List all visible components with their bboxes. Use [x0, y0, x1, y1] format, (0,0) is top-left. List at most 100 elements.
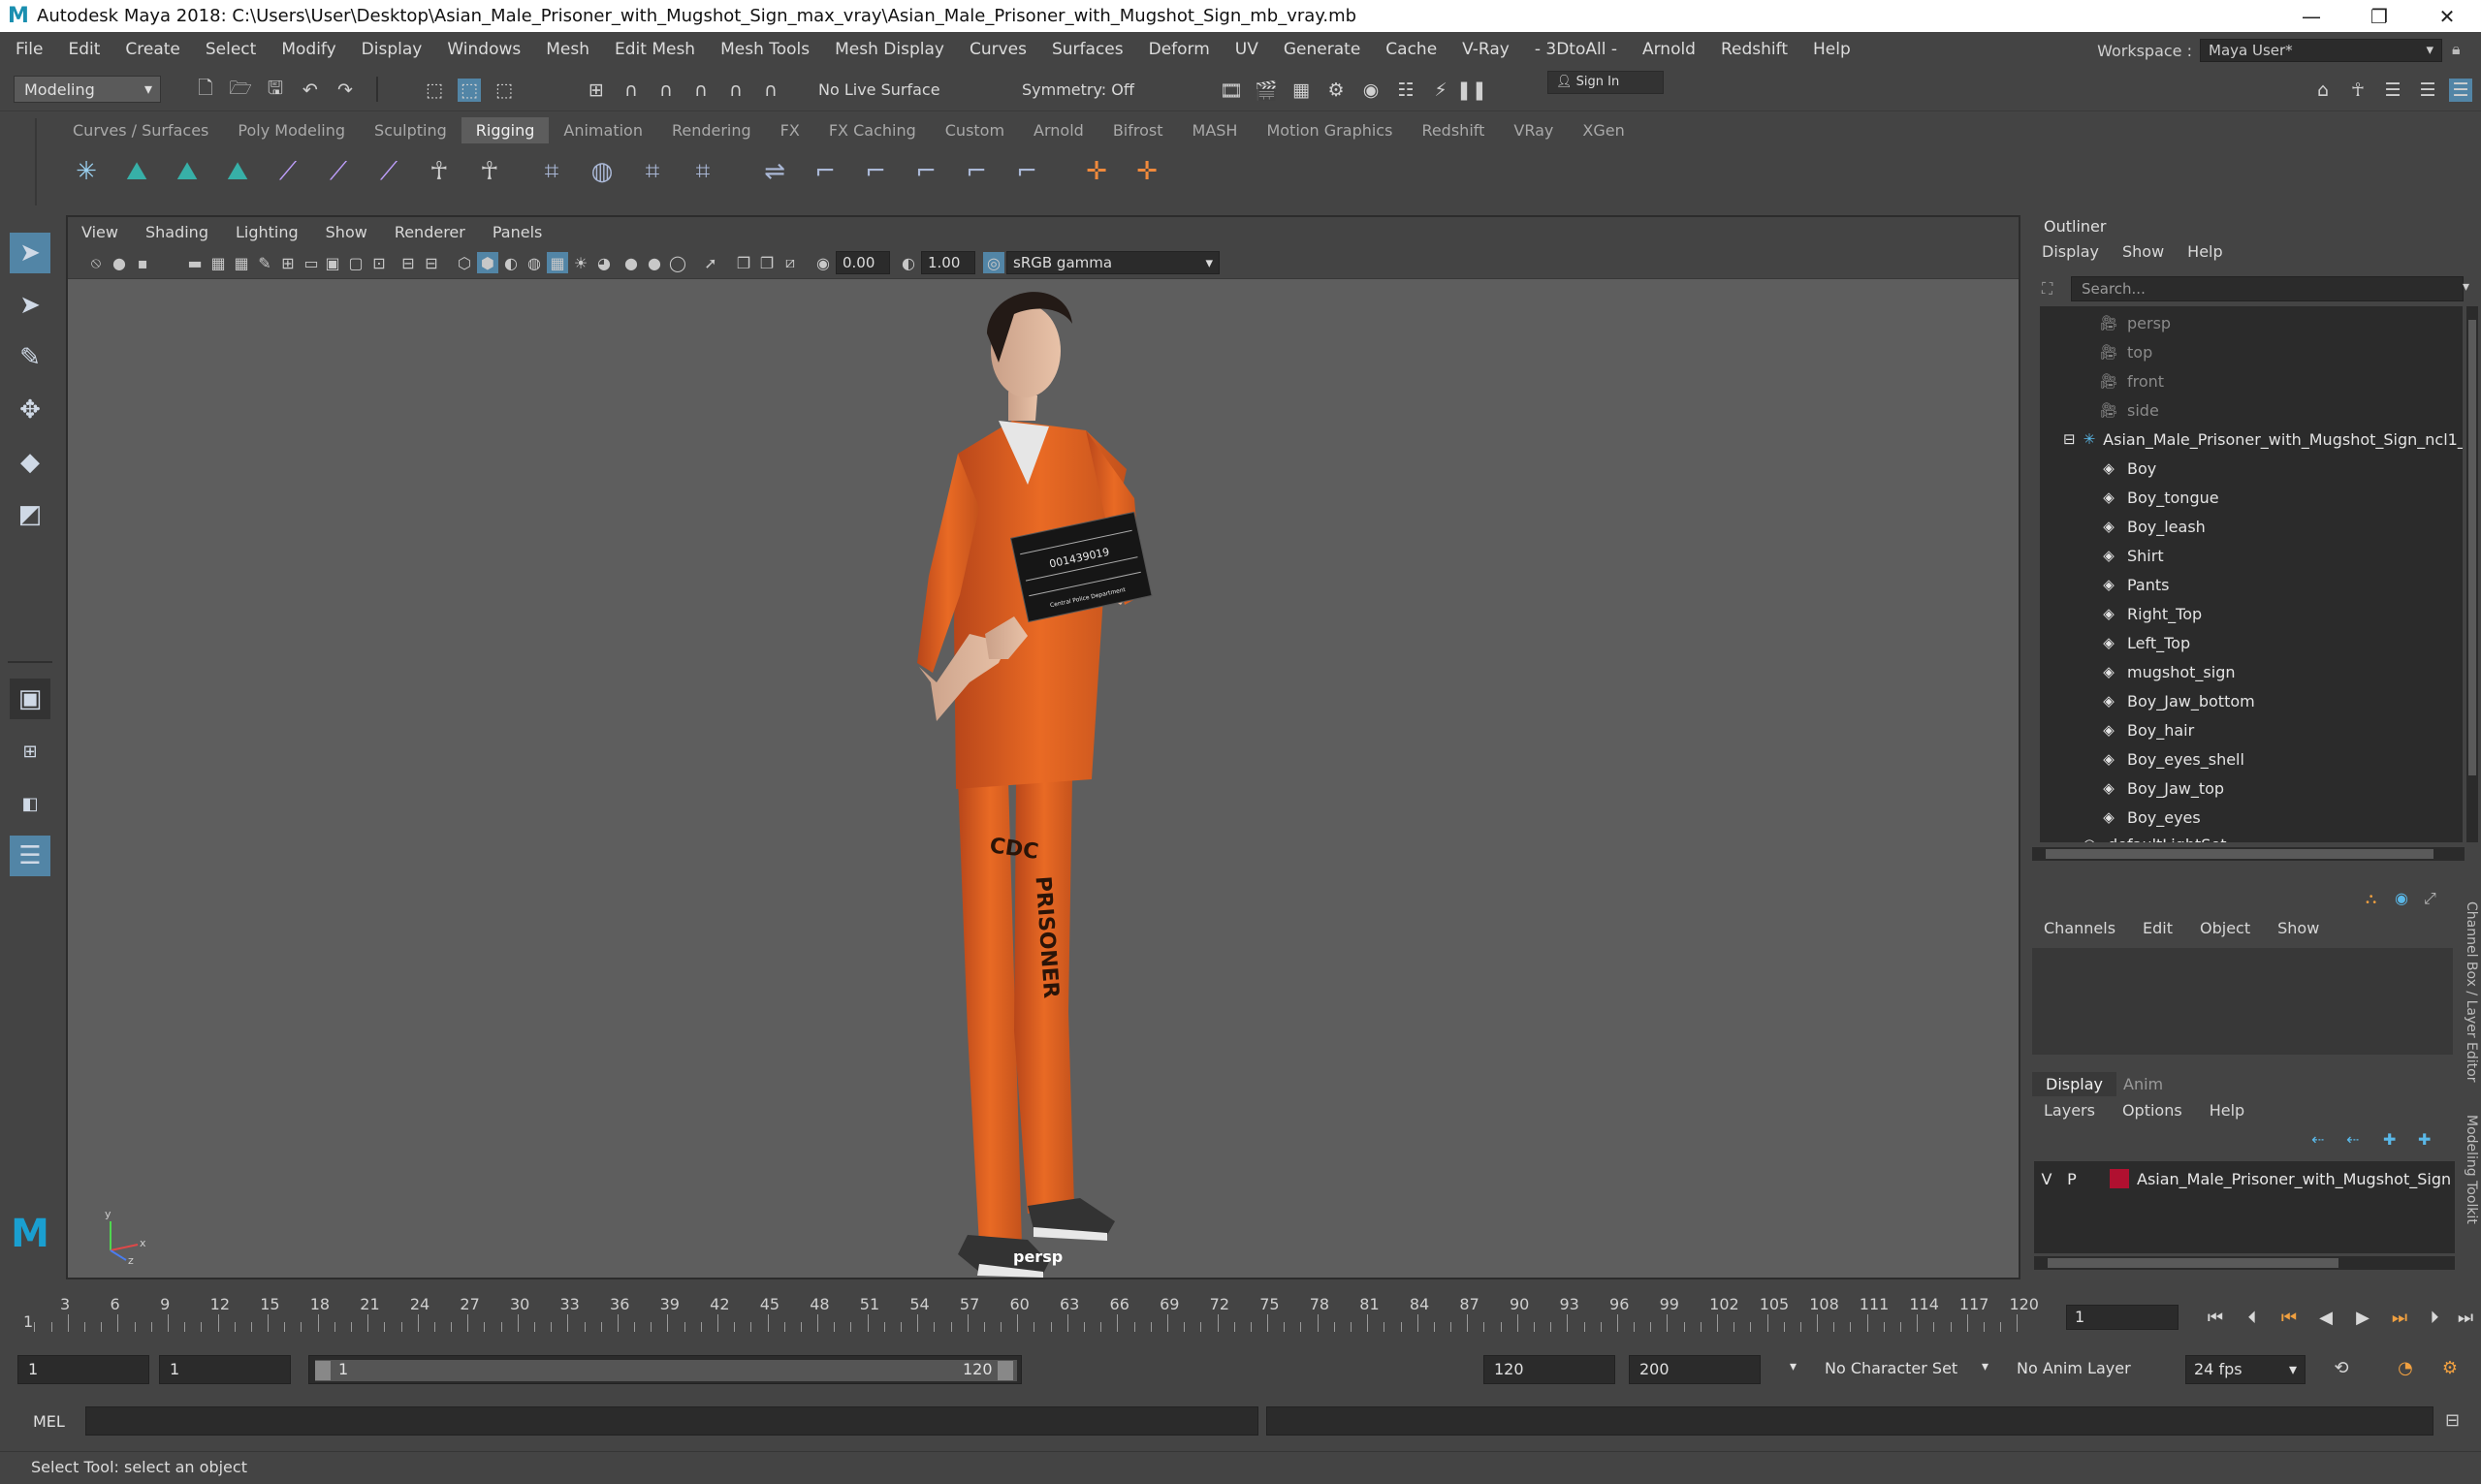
attribute-icon[interactable]: ◉ — [2395, 889, 2408, 907]
side-tab-channel-box[interactable]: Channel Box / Layer Editor — [2456, 901, 2479, 1082]
shelf-tab-mash[interactable]: MASH — [1178, 117, 1253, 143]
pause-icon[interactable]: ❚❚ — [1456, 79, 1487, 102]
menu-redshift[interactable]: Redshift — [1708, 40, 1800, 59]
humanik-icon[interactable]: ⛰ — [219, 153, 256, 190]
outliner-item-shirt[interactable]: ◈ Shirt — [2040, 541, 2463, 570]
render-frame-icon[interactable]: 🎬 — [1255, 79, 1278, 102]
viewport-menu-lighting[interactable]: Lighting — [222, 223, 312, 241]
color-management-icon[interactable]: ◎ — [983, 252, 1004, 273]
outliner-item-boy-tongue[interactable]: ◈ Boy_tongue — [2040, 483, 2463, 512]
step-forward-key-icon[interactable]: ⏭ — [2383, 1303, 2416, 1332]
undo-icon[interactable]: ↶ — [299, 79, 322, 102]
human-ik-icon[interactable]: ☥ — [2346, 79, 2370, 102]
smooth-shade-icon[interactable]: ⬢ — [477, 252, 498, 273]
outliner-item-boy-eyes-shell[interactable]: ◈ Boy_eyes_shell — [2040, 744, 2463, 774]
character-set-dropdown-icon[interactable]: ▾ — [1790, 1359, 1797, 1374]
new-layer-selected-icon[interactable]: ✚ — [2418, 1130, 2431, 1149]
shelf-tab-fx-caching[interactable]: FX Caching — [814, 117, 931, 143]
ik-handle-icon[interactable]: ⛰ — [118, 153, 155, 190]
single-perspective-layout-icon[interactable]: ▣ — [10, 679, 50, 719]
xray-icon[interactable]: ❐ — [733, 252, 754, 273]
channel-box-toggle-icon[interactable]: ☰ — [2449, 79, 2472, 102]
channel-box-icon[interactable]: ⛬ — [2366, 889, 2376, 908]
attribute-editor-icon[interactable]: ☰ — [2381, 79, 2404, 102]
layer-menu-layers[interactable]: Layers — [2030, 1101, 2109, 1120]
cluster-handle-icon[interactable]: ✛ — [1129, 153, 1165, 190]
outliner-menu-help[interactable]: Help — [2176, 242, 2234, 261]
resolution-gate-icon[interactable]: ▣ — [322, 252, 343, 273]
shelf-tab-poly-modeling[interactable]: Poly Modeling — [223, 117, 360, 143]
step-back-key-icon[interactable]: ⏮ — [2273, 1303, 2306, 1332]
restore-icon[interactable]: ❐ — [2345, 0, 2413, 32]
shadows-icon[interactable]: ☀ — [570, 252, 591, 273]
outliner-item-boy[interactable]: ◈ Boy — [2040, 454, 2463, 483]
snap-grid-icon[interactable]: ⊞ — [585, 79, 608, 102]
select-component-icon[interactable]: ⬚ — [493, 79, 516, 102]
channel-box-area[interactable] — [2032, 948, 2453, 1055]
playback-end-field[interactable]: 120 — [1483, 1355, 1615, 1384]
menu-mesh-tools[interactable]: Mesh Tools — [708, 40, 822, 59]
mirror-joint-icon[interactable]: ⟋ — [270, 153, 306, 190]
step-forward-icon[interactable]: ⏵ — [2418, 1303, 2451, 1332]
gamma-icon[interactable]: ◐ — [898, 252, 919, 273]
layer-tab-anim[interactable]: Anim — [2110, 1072, 2177, 1096]
range-slider[interactable]: 1 120 — [308, 1355, 1022, 1384]
menu-help[interactable]: Help — [1800, 40, 1863, 59]
exposure-icon[interactable]: ◉ — [812, 252, 834, 273]
select-camera-icon[interactable]: ⦸ — [85, 252, 107, 273]
outliner-item-mugshot-sign[interactable]: ◈ mugshot_sign — [2040, 657, 2463, 686]
field-chart-icon[interactable]: ⊡ — [368, 252, 390, 273]
shelf-tab-fx[interactable]: FX — [766, 117, 814, 143]
layer-playback-toggle[interactable]: P — [2059, 1170, 2084, 1188]
snap-view-plane-icon[interactable]: ∩ — [724, 79, 747, 102]
image-plane-icon[interactable]: ▦ — [207, 252, 229, 273]
character-model[interactable]: 001439019 Central Police Department CDC … — [843, 275, 1309, 1279]
animation-prefs-icon[interactable]: ⚙ — [2433, 1353, 2466, 1382]
exposure-field[interactable]: 0.00 — [836, 251, 890, 274]
textured-icon[interactable]: ◍ — [524, 252, 545, 273]
move-layer-up-icon[interactable]: ⇠ — [2311, 1130, 2324, 1149]
fps-dropdown[interactable]: 24 fps ▾ — [2185, 1355, 2306, 1384]
isolate-select-icon[interactable]: ➚ — [700, 252, 721, 273]
channel-box-menu-object[interactable]: Object — [2186, 919, 2264, 937]
workspace-dropdown[interactable]: Maya User* — [2200, 39, 2442, 62]
snap-projected-center-icon[interactable]: ∩ — [689, 79, 713, 102]
shelf-tab-bifrost[interactable]: Bifrost — [1098, 117, 1178, 143]
outliner-item-pants[interactable]: ◈ Pants — [2040, 570, 2463, 599]
camera-attributes-icon[interactable]: ▪ — [132, 252, 153, 273]
shelf-tab-xgen[interactable]: XGen — [1568, 117, 1638, 143]
menu-display[interactable]: Display — [349, 40, 435, 59]
scale-constraint-icon[interactable]: ⌐ — [907, 153, 944, 190]
anim-layer-dropdown-icon[interactable]: ▾ — [1982, 1359, 1988, 1374]
shelf-tab-arnold[interactable]: Arnold — [1019, 117, 1098, 143]
viewport-menu-renderer[interactable]: Renderer — [381, 223, 479, 241]
symmetry-dropdown[interactable]: Symmetry: Off — [1016, 78, 1140, 103]
go-to-end-icon[interactable]: ⏭ — [2449, 1303, 2481, 1332]
menu-vray[interactable]: V-Ray — [1449, 40, 1522, 59]
rotate-tool-icon[interactable]: ◆ — [10, 442, 50, 483]
four-view-layout-icon[interactable]: ⊞ — [10, 731, 50, 772]
paint-weights-icon[interactable]: ◍ — [584, 153, 620, 190]
outliner-item-boy-eyes[interactable]: ◈ Boy_eyes — [2040, 803, 2463, 832]
viewport-menu-shading[interactable]: Shading — [132, 223, 222, 241]
insert-joint-icon[interactable]: ⟋ — [370, 153, 407, 190]
playback-start-field[interactable]: 1 — [159, 1355, 291, 1384]
bookmarks-icon[interactable]: ▬ — [184, 252, 206, 273]
menu-set-dropdown[interactable]: Modeling — [14, 76, 161, 103]
motion-blur-icon[interactable]: ● — [620, 252, 642, 273]
collapse-icon[interactable]: ⊟ — [2063, 428, 2076, 450]
lock-icon[interactable]: 🔒︎ — [2452, 40, 2471, 59]
outliner-item-persp[interactable]: 🎥︎ persp — [2040, 308, 2463, 337]
outliner-item-boy-jaw-top[interactable]: ◈ Boy_Jaw_top — [2040, 774, 2463, 803]
outliner-item-top[interactable]: 🎥︎ top — [2040, 337, 2463, 366]
minimize-icon[interactable]: — — [2277, 0, 2345, 32]
layer-visibility-toggle[interactable]: V — [2034, 1170, 2059, 1188]
layer-color-swatch[interactable] — [2110, 1169, 2129, 1188]
render-settings-icon[interactable]: ⚙ — [1324, 79, 1348, 102]
screen-space-ao-icon[interactable]: ◕ — [593, 252, 615, 273]
orient-joint-icon[interactable]: ⟋ — [320, 153, 357, 190]
outliner-item-boy-leash[interactable]: ◈ Boy_leash — [2040, 512, 2463, 541]
menu-curves[interactable]: Curves — [957, 40, 1039, 59]
xray-components-icon[interactable]: ⧄ — [779, 252, 801, 273]
menu-mesh[interactable]: Mesh — [533, 40, 602, 59]
